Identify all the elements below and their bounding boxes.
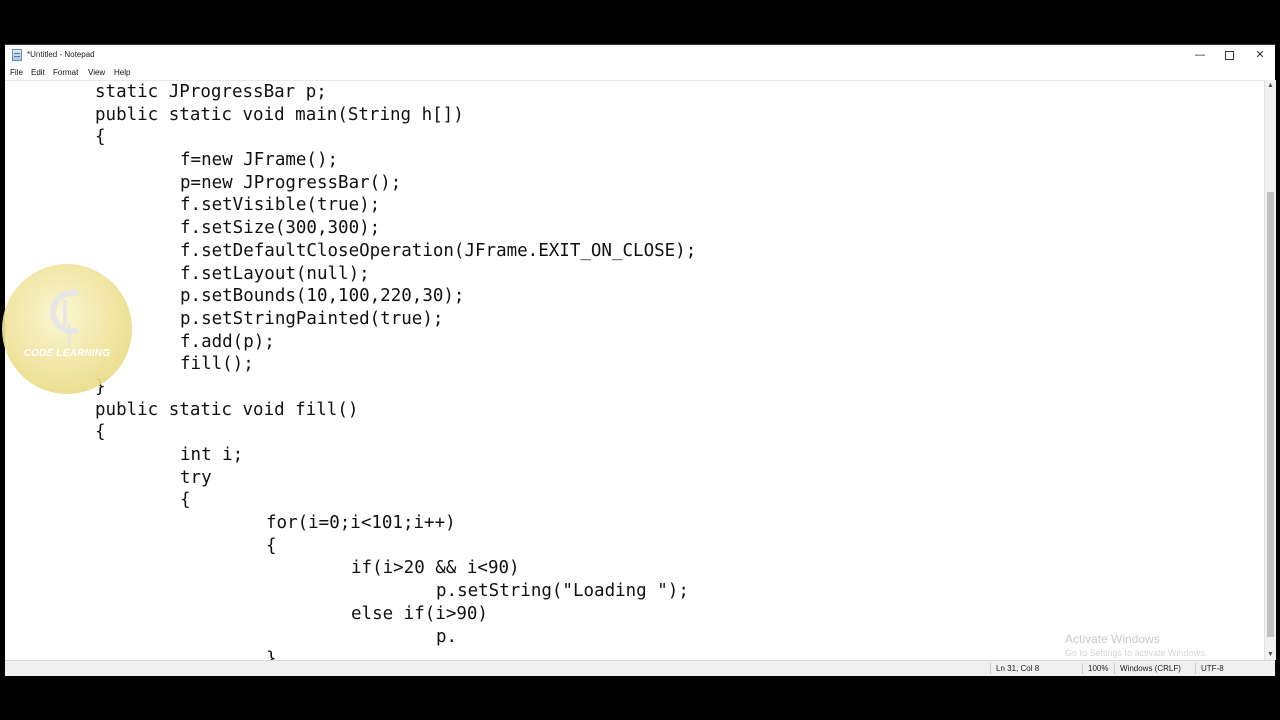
code-line: for(i=0;i<101;i++) [266,513,456,534]
activate-windows-subtitle: Go to Settings to activate Windows. [1065,648,1208,658]
scroll-down-arrow-icon[interactable]: ▼ [1267,651,1274,658]
text-editor[interactable]: static JProgressBar p; public static void… [5,80,1264,661]
scrollbar-thumb[interactable] [1267,192,1274,637]
encoding: UTF-8 [1195,663,1224,674]
status-bar: Ln 31, Col 8 100% Windows (CRLF) UTF-8 [5,660,1275,676]
code-line: f.setSize(300,300); [180,218,381,239]
code-line: p. [436,626,458,647]
code-line: static JProgressBar p; [95,82,327,102]
code-line: { [180,490,191,511]
notepad-window: *Untitled - Notepad — ✕ File Edit Format… [5,44,1276,676]
code-line: { [266,535,277,556]
menu-help[interactable]: Help [114,67,130,78]
menu-format[interactable]: Format [53,67,78,78]
code-line: try [180,467,212,488]
channel-logo-watermark: CODE LEARNING [2,264,132,394]
vertical-scrollbar[interactable]: ▲ ▼ [1264,80,1276,660]
scroll-up-arrow-icon[interactable]: ▲ [1267,82,1274,89]
cursor-position: Ln 31, Col 8 [990,663,1039,674]
code-line: f.setVisible(true); [180,195,381,216]
watermark-text: CODE LEARNING [23,348,111,359]
maximize-icon [1224,50,1234,60]
code-line: else if(i>90) [351,603,488,624]
line-ending: Windows (CRLF) [1114,663,1181,674]
menu-view[interactable]: View [88,67,105,78]
code-line: p.setString("Loading "); [436,581,689,602]
title-bar[interactable]: *Untitled - Notepad — ✕ [5,45,1275,65]
code-line: int i; [180,445,244,465]
close-button[interactable]: ✕ [1245,45,1275,65]
code-line: public static void main(String h[]) [95,104,464,125]
menu-file[interactable]: File [10,67,23,78]
window-title: *Untitled - Notepad [27,50,95,59]
maximize-button[interactable] [1214,45,1244,65]
activate-windows-title: Activate Windows [1065,632,1160,646]
code-line: p=new JProgressBar(); [180,172,402,193]
code-line: f.setDefaultCloseOperation(JFrame.EXIT_O… [180,240,697,261]
notepad-app-icon [12,49,22,61]
code-line: { [95,127,106,148]
code-line: if(i>20 && i<90) [351,558,520,579]
zoom-level: 100% [1082,663,1108,674]
code-line: public static void fill() [95,399,359,420]
code-line: } [95,376,106,397]
menu-bar: File Edit Format View Help [5,65,1275,80]
code-line: { [95,422,106,443]
minimize-button[interactable]: — [1185,45,1215,65]
code-line: f=new JFrame(); [180,150,339,171]
menu-edit[interactable]: Edit [31,67,45,78]
logo-mark-icon [50,290,78,334]
